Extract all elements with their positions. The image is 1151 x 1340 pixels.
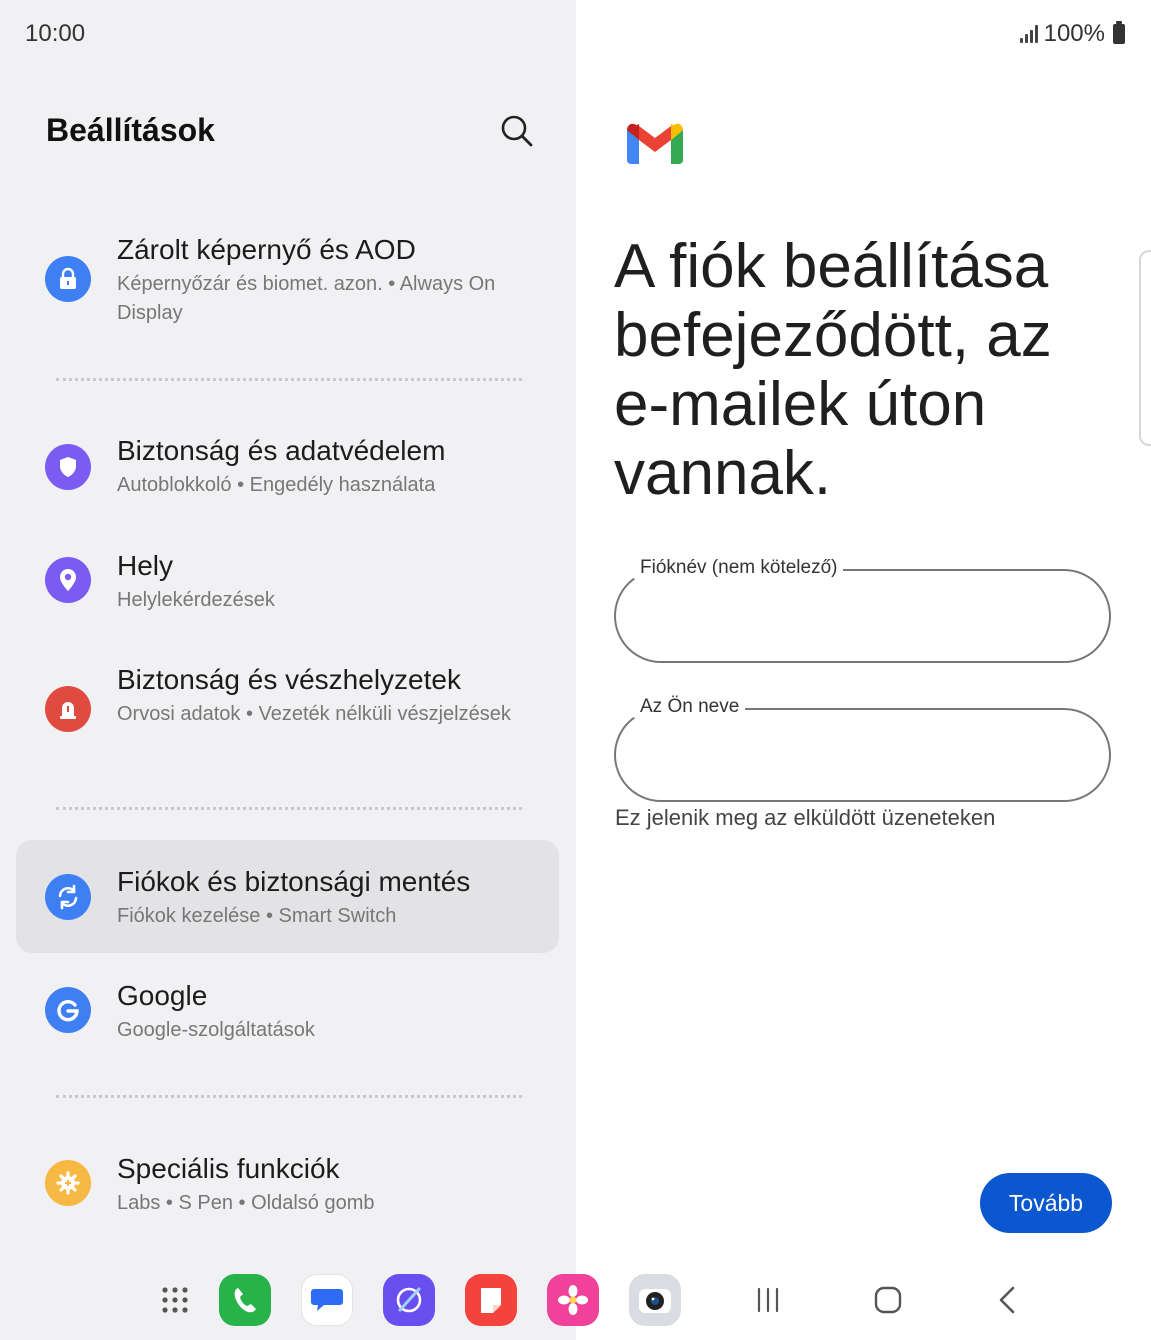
google-icon — [45, 987, 91, 1033]
settings-item-subtitle: Google-szolgáltatások — [117, 1019, 315, 1041]
shield-icon — [45, 444, 91, 490]
account-name-field[interactable]: Fióknév (nem kötelező) — [614, 557, 1111, 663]
settings-item-safety-emergency[interactable]: Biztonság és vészhelyzetek Orvosi adatok… — [16, 652, 559, 772]
phone-icon[interactable] — [219, 1274, 271, 1326]
setup-headline: A fiók beállítása befejeződött, az e-mai… — [614, 232, 1052, 508]
account-name-label: Fióknév (nem kötelező) — [634, 557, 844, 579]
taskbar — [0, 1262, 1151, 1340]
settings-item-security-privacy[interactable]: Biztonság és adatvédelem Autoblokkoló • … — [16, 425, 559, 515]
gallery-icon[interactable] — [547, 1274, 599, 1326]
sync-icon — [45, 874, 91, 920]
settings-item-title: Hely — [117, 550, 174, 581]
next-button[interactable]: Tovább — [980, 1173, 1112, 1233]
camera-icon[interactable] — [629, 1274, 681, 1326]
search-button[interactable] — [498, 112, 536, 150]
settings-item-subtitle: Helylekérdezések — [117, 589, 275, 611]
settings-item-title: Speciális funkciók — [117, 1153, 340, 1184]
settings-item-google[interactable]: Google Google-szolgáltatások — [16, 970, 559, 1060]
location-pin-icon — [45, 557, 91, 603]
home-icon[interactable] — [868, 1280, 908, 1320]
search-icon — [501, 115, 533, 147]
settings-item-subtitle: Képernyőzár és biomet. azon. • Always On… — [117, 273, 496, 324]
gmail-setup-panel: 100% A fiók beállítása befejeződött, az … — [576, 0, 1151, 1340]
status-time: 10:00 — [25, 20, 86, 47]
apps-grid-icon[interactable] — [149, 1274, 201, 1326]
settings-item-location[interactable]: Hely Helylekérdezések — [16, 540, 559, 630]
your-name-label: Az Ön neve — [634, 696, 746, 718]
your-name-hint: Ez jelenik meg az elküldött üzeneteken — [615, 805, 996, 830]
back-icon[interactable] — [987, 1280, 1027, 1320]
your-name-input[interactable] — [642, 734, 1082, 778]
gmail-logo-icon — [627, 123, 683, 164]
divider — [56, 807, 522, 810]
settings-item-advanced-features[interactable]: Speciális funkciók Labs • S Pen • Oldals… — [16, 1140, 559, 1230]
gear-plus-icon — [45, 1160, 91, 1206]
settings-item-title: Biztonság és adatvédelem — [117, 435, 446, 466]
signal-icon — [1019, 25, 1038, 43]
divider — [56, 1095, 522, 1098]
account-name-input[interactable] — [642, 595, 1082, 639]
notes-icon[interactable] — [465, 1274, 517, 1326]
edge-panel-handle[interactable] — [1139, 250, 1151, 446]
divider — [56, 378, 522, 381]
settings-item-subtitle: Fiókok kezelése • Smart Switch — [117, 905, 397, 927]
settings-item-subtitle: Labs • S Pen • Oldalsó gomb — [117, 1192, 375, 1214]
settings-item-lockscreen[interactable]: Zárolt képernyő és AOD Képernyőzár és bi… — [16, 222, 559, 342]
settings-item-subtitle: Orvosi adatok • Vezeték nélküli vészjelz… — [117, 703, 511, 725]
settings-item-accounts-backup[interactable]: Fiókok és biztonsági mentés Fiókok kezel… — [16, 840, 559, 953]
your-name-field[interactable]: Az Ön neve — [614, 696, 1111, 802]
settings-item-title: Fiókok és biztonsági mentés — [117, 866, 471, 897]
battery-icon — [1113, 21, 1125, 44]
settings-panel: 10:00 Beállítások Zárolt képernyő és AOD… — [0, 0, 576, 1340]
internet-icon[interactable] — [383, 1274, 435, 1326]
settings-item-subtitle: Autoblokkoló • Engedély használata — [117, 474, 436, 496]
settings-item-title: Google — [117, 980, 208, 1011]
page-title: Beállítások — [46, 112, 215, 148]
recents-icon[interactable] — [748, 1280, 788, 1320]
messages-icon[interactable] — [301, 1274, 353, 1326]
status-bar-right: 100% — [1019, 20, 1125, 48]
battery-percent: 100% — [1043, 20, 1105, 47]
settings-item-title: Biztonság és vészhelyzetek — [117, 664, 461, 695]
settings-item-title: Zárolt képernyő és AOD — [117, 234, 416, 265]
emergency-siren-icon — [45, 686, 91, 732]
lock-icon — [45, 256, 91, 302]
